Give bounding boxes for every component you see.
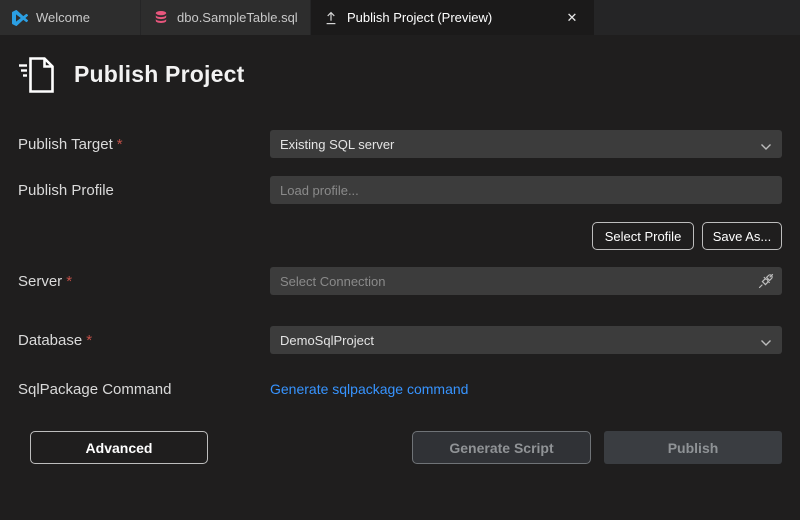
tab-sampletable-sql[interactable]: dbo.SampleTable.sql <box>141 0 311 35</box>
generate-sqlpackage-command-link[interactable]: Generate sqlpackage command <box>270 381 468 397</box>
tab-label: dbo.SampleTable.sql <box>177 10 298 25</box>
database-icon <box>153 10 169 26</box>
required-marker: * <box>66 273 72 290</box>
close-icon[interactable]: ✕ <box>562 8 582 28</box>
database-value: DemoSqlProject <box>280 333 374 348</box>
publish-document-icon <box>16 52 62 98</box>
publish-profile-input[interactable] <box>270 176 782 204</box>
publish-target-label: Publish Target* <box>18 136 123 153</box>
database-label: Database* <box>18 332 92 349</box>
publish-project-dialog: Welcome dbo.SampleTable.sql <box>0 0 800 520</box>
editor-tab-bar: Welcome dbo.SampleTable.sql <box>0 0 800 35</box>
publish-arrow-icon <box>323 10 339 26</box>
sqlpackage-command-label: SqlPackage Command <box>18 381 171 398</box>
select-profile-button[interactable]: Select Profile <box>592 222 694 250</box>
tab-label: Publish Project (Preview) <box>347 10 492 25</box>
server-label: Server* <box>18 273 72 290</box>
chevron-down-icon <box>760 139 772 154</box>
server-connection-input[interactable] <box>270 267 782 295</box>
generate-script-button[interactable]: Generate Script <box>412 431 591 464</box>
tab-welcome[interactable]: Welcome <box>0 0 141 35</box>
required-marker: * <box>117 136 123 153</box>
page-title: Publish Project <box>74 61 244 88</box>
tab-publish-project[interactable]: Publish Project (Preview) ✕ <box>311 0 595 35</box>
required-marker: * <box>86 332 92 349</box>
publish-button[interactable]: Publish <box>604 431 782 464</box>
database-select[interactable]: DemoSqlProject <box>270 326 782 354</box>
publish-profile-label: Publish Profile <box>18 182 114 199</box>
tab-label: Welcome <box>36 10 90 25</box>
publish-target-select[interactable]: Existing SQL server <box>270 130 782 158</box>
server-field <box>270 267 782 295</box>
chevron-down-icon <box>760 335 772 350</box>
azure-data-studio-logo-icon <box>12 10 28 26</box>
save-as-button[interactable]: Save As... <box>702 222 782 250</box>
publish-target-value: Existing SQL server <box>280 137 394 152</box>
advanced-button[interactable]: Advanced <box>30 431 208 464</box>
connection-plug-icon[interactable] <box>757 272 775 290</box>
